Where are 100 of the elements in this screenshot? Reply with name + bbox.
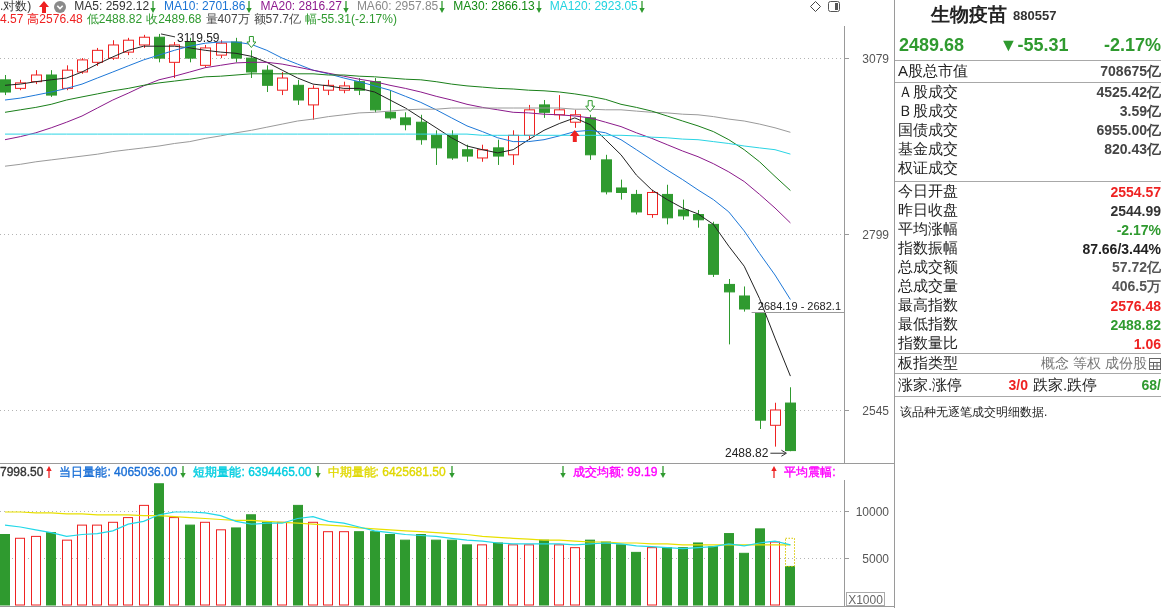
row-label: 总成交量 bbox=[898, 277, 958, 296]
candlestick bbox=[15, 79, 26, 91]
grid-icon[interactable] bbox=[1149, 357, 1161, 370]
candlestick bbox=[339, 81, 350, 94]
row-label: 今日开盘 bbox=[898, 182, 958, 201]
candlestick bbox=[169, 41, 180, 79]
candlestick bbox=[277, 71, 288, 96]
index-name: 生物疫苗 bbox=[931, 3, 1007, 27]
candlestick bbox=[108, 39, 119, 61]
candlestick bbox=[462, 144, 473, 163]
indicator-value: 中期量能: 6425681.50 bbox=[327, 463, 446, 481]
candlestick bbox=[231, 37, 242, 63]
price-label: 2488.82 bbox=[725, 446, 769, 461]
status-note: 该品种无逐笔成交明细数据. bbox=[899, 404, 1049, 421]
candlestick bbox=[62, 64, 73, 91]
indicator-value: MA10: 2701.86 bbox=[164, 0, 246, 13]
indicator-value: 平均震幅: bbox=[784, 463, 836, 481]
candlestick bbox=[154, 33, 165, 63]
indicator-value: MA30: 2866.13 bbox=[453, 0, 535, 13]
index-code: 880557 bbox=[1013, 7, 1057, 23]
candlestick bbox=[493, 139, 504, 166]
candlestick bbox=[385, 89, 396, 121]
row-label: 跌家.跌停 bbox=[1033, 375, 1098, 395]
quote-text: 4.57 bbox=[0, 13, 24, 26]
quote-text: 收2489.68 bbox=[146, 13, 202, 26]
row-value: 87.66/3.44% bbox=[1082, 240, 1161, 257]
candlestick bbox=[447, 129, 458, 161]
quote-text: 幅-55.31(-2.17%) bbox=[304, 13, 397, 26]
quote-value: -2.17% bbox=[1103, 34, 1161, 56]
candlestick bbox=[616, 179, 627, 201]
candlestick bbox=[601, 154, 612, 195]
row-value: 406.5万 bbox=[1111, 277, 1161, 296]
price-label: 3119.59 bbox=[177, 30, 220, 45]
candlestick bbox=[139, 34, 150, 49]
quote-text: 量407万 bbox=[205, 13, 250, 26]
indicator-value: 7998.50 bbox=[0, 465, 44, 479]
candlestick bbox=[0, 74, 11, 96]
quote-text: 额57.7亿 bbox=[253, 13, 301, 26]
row-label: 板指类型 bbox=[898, 354, 958, 373]
candlestick bbox=[508, 129, 519, 166]
row-label: 总成交额 bbox=[898, 258, 958, 277]
candlestick bbox=[570, 109, 581, 129]
quote-value: 2489.68 bbox=[899, 34, 965, 56]
candlestick bbox=[431, 129, 442, 166]
candlestick bbox=[539, 99, 550, 119]
candlestick bbox=[631, 189, 642, 216]
candlestick bbox=[678, 199, 689, 221]
row-label: 昨日收盘 bbox=[898, 201, 958, 220]
row-label: 基金成交 bbox=[898, 140, 958, 159]
row-label: 平均涨幅 bbox=[898, 220, 958, 239]
row-value: 2576.48 bbox=[1110, 297, 1161, 314]
row-value: -2.17% bbox=[1116, 221, 1161, 238]
row-value: 2554.57 bbox=[1110, 183, 1161, 200]
candlestick bbox=[477, 144, 488, 163]
candlestick bbox=[708, 221, 719, 278]
row-label: 指数量比 bbox=[898, 334, 958, 353]
candlestick bbox=[416, 114, 427, 146]
candlestick bbox=[770, 402, 781, 448]
quote-value: ▼-55.31 bbox=[999, 34, 1069, 56]
row-value: 68/ bbox=[1140, 377, 1161, 393]
axis-label: 5000 bbox=[862, 551, 889, 566]
row-label: 国债成交 bbox=[898, 121, 958, 140]
quote-text: 高2576.48 bbox=[27, 13, 83, 26]
row-value: 820.43亿 bbox=[1104, 140, 1161, 159]
candlestick bbox=[739, 285, 750, 313]
row-value: 2544.99 bbox=[1110, 202, 1161, 219]
candlestick bbox=[31, 69, 42, 85]
candlestick bbox=[400, 111, 411, 131]
candlestick bbox=[724, 278, 735, 345]
right-arrow-icon bbox=[769, 449, 787, 457]
row-value: 708675亿 bbox=[1100, 62, 1161, 81]
candlestick bbox=[92, 47, 103, 67]
indicator-value: MA60: 2957.85 bbox=[356, 0, 439, 13]
candlestick bbox=[308, 84, 319, 121]
row-value: 2488.82 bbox=[1110, 316, 1161, 333]
price-gap-label: 2684.19 - 2682.1 bbox=[757, 299, 841, 312]
indicator-value: MA20: 2816.27 bbox=[260, 0, 342, 13]
panel-icon[interactable] bbox=[828, 1, 840, 12]
candlestick bbox=[354, 77, 365, 96]
candlestick bbox=[554, 94, 565, 121]
axis-label: 10000 bbox=[855, 504, 889, 519]
candlestick bbox=[785, 386, 796, 452]
candlestick bbox=[524, 104, 535, 141]
indicator-value: 当日量能: 4065036.00 bbox=[59, 463, 178, 481]
chevron-circle-icon[interactable] bbox=[54, 0, 67, 13]
row-label: Ａ股成交 bbox=[898, 83, 958, 102]
row-label: 最低指数 bbox=[898, 315, 958, 334]
axis-label: 2799 bbox=[862, 227, 889, 242]
indicator-value: 成交均额: 99.19 bbox=[572, 463, 658, 481]
diamond-icon[interactable] bbox=[810, 1, 821, 12]
axis-label: 2545 bbox=[862, 403, 889, 418]
row-value: 57.72亿 bbox=[1111, 258, 1161, 277]
candlestick bbox=[123, 37, 134, 56]
indicator-value: 短期量能: 6394465.00 bbox=[193, 463, 312, 481]
row-label: 最高指数 bbox=[898, 296, 958, 315]
candlestick bbox=[293, 79, 304, 106]
candlestick bbox=[246, 49, 257, 79]
row-label: 涨家.涨停 bbox=[898, 375, 963, 395]
candlestick bbox=[262, 64, 273, 93]
candlestick bbox=[662, 184, 673, 225]
